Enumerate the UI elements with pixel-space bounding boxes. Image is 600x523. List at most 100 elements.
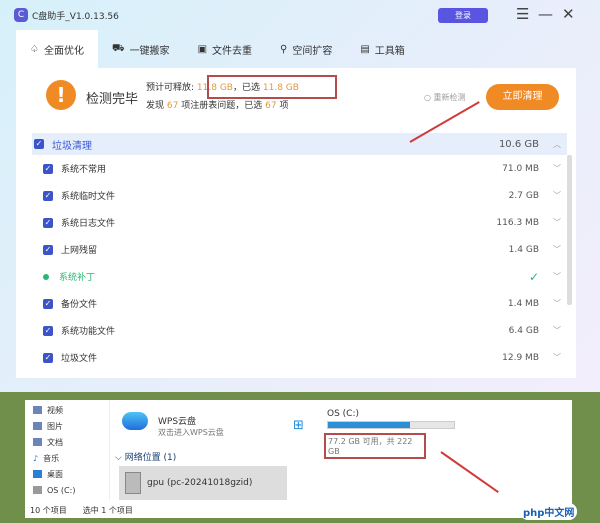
checkbox[interactable]: ✓ (43, 298, 53, 309)
wps-title: WPS云盘 (158, 417, 197, 427)
tab-one-click-move[interactable]: ⛟ 一键搬家 (98, 30, 184, 68)
junk-row[interactable]: ✓ 系统功能文件 6.4 GB ﹀ (32, 317, 567, 344)
tab-label: 工具箱 (374, 45, 405, 57)
tab-toolbox[interactable]: ▤ 工具箱 (346, 30, 418, 68)
wps-item[interactable]: WPS云盘 双击进入WPS云盘 (158, 414, 224, 438)
row-size: 116.3 MB (496, 217, 539, 228)
row-size: 12.9 MB (502, 352, 539, 363)
network-group-header[interactable]: ⌵ 网络位置 (1) (115, 450, 176, 463)
nav-label: 视频 (47, 405, 63, 415)
network-drive-icon (125, 472, 141, 494)
c-drive-helper-window: C C盘助手_V1.0.13.56 登录 ☰ — ✕ ♤ 全面优化 ⛟ 一键搬家 ▣… (0, 0, 600, 392)
file-explorer: 视频 图片 文档 ♪ 音乐 桌面 OS (C:) WPS云盘 双击进入WPS云盘 … (25, 400, 572, 518)
nav-label: 音乐 (43, 453, 60, 463)
junk-row[interactable]: 系统补丁 ✓ ﹀ (32, 263, 567, 290)
nav-label: 文档 (47, 437, 63, 447)
warning-icon: ! (46, 80, 76, 110)
checkbox[interactable]: ✓ (34, 139, 44, 149)
check-icon: ✓ (528, 269, 539, 284)
junk-row[interactable]: ✓ 系统日志文件 116.3 MB ﹀ (32, 209, 567, 236)
chevron-down-icon[interactable]: ﹀ (553, 244, 567, 255)
row-label: 系统不常用 (61, 165, 107, 175)
login-button[interactable]: 登录 (438, 8, 488, 23)
junk-group-header[interactable]: ✓ 垃圾清理 10.6 GB ︿ (32, 133, 567, 155)
menu-icon[interactable]: ☰ (516, 5, 529, 23)
nav-pane: 视频 图片 文档 ♪ 音乐 桌面 OS (C:) (25, 400, 110, 500)
label: 发现 (146, 101, 165, 111)
row-label: 垃圾文件 (61, 354, 98, 364)
tab-label: 空间扩容 (292, 45, 333, 57)
nav-item[interactable]: 图片 (25, 418, 109, 434)
junk-row[interactable]: ✓ 备份文件 1.4 MB ﹀ (32, 290, 567, 317)
recheck-label: 重新检测 (433, 93, 466, 102)
scan-status: 检测完毕 (86, 92, 139, 107)
row-label: 系统补丁 (59, 273, 96, 283)
row-size: 6.4 GB (508, 325, 539, 336)
chevron-down-icon[interactable]: ﹀ (553, 352, 567, 363)
status-dot-icon (43, 273, 49, 280)
status-bar: 10 个项目 选中 1 个项目 (25, 502, 572, 518)
tab-dedupe[interactable]: ▣ 文件去重 (184, 30, 266, 68)
watermark: php中文网 (520, 503, 578, 520)
minimize-icon[interactable]: — (538, 5, 553, 23)
nav-item[interactable]: ♪ 音乐 (25, 450, 109, 466)
nav-item[interactable]: OS (C:) (25, 482, 109, 498)
chevron-down-icon[interactable]: ﹀ (553, 325, 567, 336)
checkbox[interactable]: ✓ (43, 217, 53, 228)
junk-row[interactable]: ✓ 垃圾文件 12.9 MB ﹀ (32, 344, 567, 371)
chevron-down-icon[interactable]: ﹀ (553, 271, 567, 282)
file-icon: ▣ (197, 43, 208, 55)
recheck-link[interactable]: ○ 重新检测 (424, 92, 466, 103)
checkbox[interactable]: ✓ (43, 352, 53, 363)
drive-usage-bar (327, 421, 455, 429)
item-count: 10 个项目 (30, 505, 67, 515)
bell-icon: ♤ (30, 43, 39, 55)
scrollbar[interactable] (567, 155, 572, 305)
junk-row[interactable]: ✓ 系统临时文件 2.7 GB ﹀ (32, 182, 567, 209)
found-value: 67 (166, 101, 179, 111)
chevron-down-icon[interactable]: ﹀ (553, 163, 567, 174)
expand-icon: ⚲ (280, 43, 288, 55)
wps-subtitle: 双击进入WPS云盘 (158, 428, 224, 437)
registry-summary: 发现 67 项注册表问题，已选 67 项 (146, 98, 288, 111)
checkbox[interactable]: ✓ (43, 190, 53, 201)
video-icon (33, 406, 42, 414)
network-item[interactable]: gpu (pc-20241018gzid) (119, 466, 287, 500)
nav-item[interactable]: 文档 (25, 434, 109, 450)
nav-item[interactable]: 桌面 (25, 466, 109, 482)
label: 预计可释放: (146, 83, 195, 93)
selected-count: 选中 1 个项目 (82, 505, 133, 515)
row-size: 2.7 GB (508, 190, 539, 201)
nav-item[interactable]: 视频 (25, 402, 109, 418)
clean-now-button[interactable]: 立即清理 (486, 84, 559, 110)
chevron-up-icon[interactable]: ︿ (553, 139, 567, 150)
junk-list: ✓ 垃圾清理 10.6 GB ︿ ✓ 系统不常用 71.0 MB ﹀ ✓ 系统临时文件 2.… (32, 133, 567, 371)
drive-icon (33, 486, 42, 494)
drive-label: OS (C:) (327, 409, 359, 419)
chevron-down-icon[interactable]: ﹀ (553, 190, 567, 201)
label: 项 (279, 101, 289, 111)
nav-label: 桌面 (47, 469, 63, 479)
music-icon: ♪ (33, 453, 39, 463)
row-size: 1.4 GB (508, 244, 539, 255)
drive-c-item[interactable]: OS (C:) 77.2 GB 可用，共 222 GB (324, 409, 457, 459)
chevron-down-icon[interactable]: ﹀ (553, 298, 567, 309)
row-label: 备份文件 (61, 300, 98, 310)
picture-icon (33, 422, 42, 430)
close-icon[interactable]: ✕ (562, 5, 575, 23)
group-label: 垃圾清理 (52, 140, 92, 152)
chevron-down-icon[interactable]: ﹀ (553, 217, 567, 228)
checkbox[interactable]: ✓ (43, 325, 53, 336)
title-bar: C C盘助手_V1.0.13.56 (14, 8, 119, 22)
tab-full-optimize[interactable]: ♤ 全面优化 (16, 30, 98, 68)
nav-label: OS (C:) (47, 485, 76, 495)
junk-row[interactable]: ✓ 上网残留 1.4 GB ﹀ (32, 236, 567, 263)
desktop-icon (33, 470, 42, 478)
checkbox[interactable]: ✓ (43, 244, 53, 255)
checkbox[interactable]: ✓ (43, 163, 53, 174)
junk-row[interactable]: ✓ 系统不常用 71.0 MB ﹀ (32, 155, 567, 182)
tab-expand[interactable]: ⚲ 空间扩容 (266, 30, 346, 68)
optimize-panel: ! 检测完毕 预计可释放: 11.8 GB，已选 11.8 GB 发现 67 项… (16, 68, 576, 378)
label: 项注册表问题，已选 (181, 101, 263, 111)
truck-icon: ⛟ (111, 42, 125, 54)
